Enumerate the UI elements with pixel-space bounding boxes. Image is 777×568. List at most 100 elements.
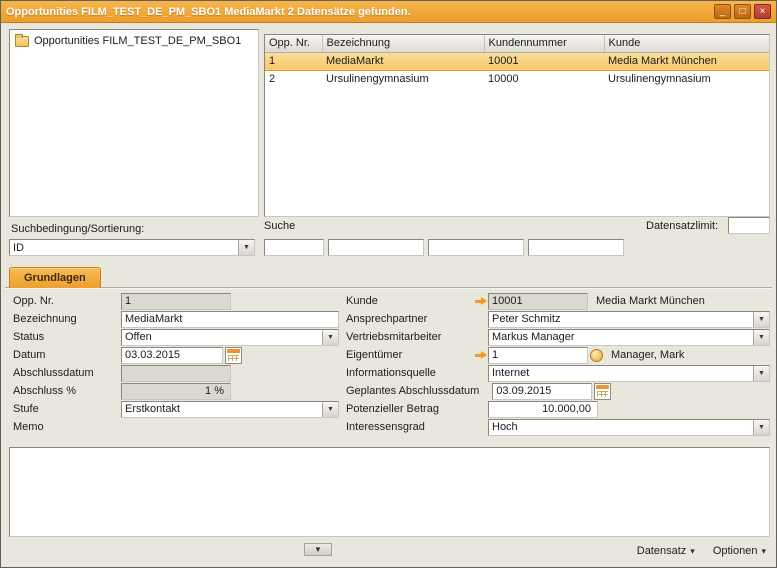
abschluss-prozent-label: Abschluss % <box>13 385 76 397</box>
optionen-menu-label: Optionen <box>712 545 758 557</box>
optionen-menu[interactable]: Optionen ▾ <box>713 545 766 557</box>
form-row-memo: Memo <box>13 418 343 436</box>
column-header-bezeichnung[interactable]: Bezeichnung <box>322 35 485 53</box>
ansprechpartner-combo-input[interactable] <box>489 311 753 327</box>
eigentuemer-field[interactable] <box>488 346 588 364</box>
stufe-combo: ▼ <box>121 400 339 418</box>
title-bar: Opportunities FILM_TEST_DE_PM_SBO1 Media… <box>1 1 776 23</box>
calendar-icon[interactable] <box>594 382 612 400</box>
status-combo: ▼ <box>121 328 339 346</box>
search-label: Suche <box>264 220 296 232</box>
form-row-eigentuemer: Eigentümer Manager, Mark <box>346 346 772 364</box>
search-input-2[interactable] <box>328 239 424 256</box>
link-arrow-icon[interactable] <box>475 350 488 361</box>
tree-item-label: Opportunities FILM_TEST_DE_PM_SBO1 <box>34 34 242 47</box>
collapse-button[interactable]: ▼ <box>304 543 332 556</box>
interessensgrad-combo-input[interactable] <box>489 419 753 435</box>
ansprechpartner-combo: ▼ <box>488 310 770 328</box>
search-input-1[interactable] <box>264 239 324 256</box>
chevron-down-icon: ▼ <box>758 333 765 341</box>
calendar-icon[interactable] <box>225 346 242 364</box>
stufe-combo-button[interactable]: ▼ <box>322 401 338 417</box>
chevron-down-icon: ▼ <box>758 423 765 431</box>
record-limit-label: Datensatzlimit: <box>646 220 719 232</box>
status-combo-button[interactable]: ▼ <box>322 329 338 345</box>
memo-textarea[interactable] <box>9 447 770 537</box>
ansprechpartner-label: Ansprechpartner <box>346 313 428 325</box>
potenzieller-betrag-field[interactable] <box>488 400 598 418</box>
cell-bezeichnung: Ursulinengymnasium <box>326 73 429 86</box>
cell-opp-nr: 2 <box>269 73 276 86</box>
minimize-button[interactable]: _ <box>714 4 731 19</box>
close-button[interactable]: × <box>754 4 771 19</box>
interessensgrad-combo: ▼ <box>488 418 770 436</box>
form-row-interessensgrad: Interessensgrad ▼ <box>346 418 772 436</box>
column-header-kundennummer[interactable]: Kundennummer <box>484 35 605 53</box>
record-limit-input[interactable] <box>728 217 770 234</box>
folder-icon <box>15 34 29 47</box>
opp-nr-field <box>121 292 231 310</box>
window-title: Opportunities FILM_TEST_DE_PM_SBO1 Media… <box>6 5 411 18</box>
results-panel: Opp. Nr. Bezeichnung Kundennummer Kunde … <box>264 34 770 217</box>
status-label: Status <box>13 331 45 343</box>
stufe-label: Stufe <box>13 403 39 415</box>
tab-grundlagen[interactable]: Grundlagen <box>9 267 101 288</box>
stufe-combo-input[interactable] <box>122 401 322 417</box>
vertriebsmitarbeiter-combo: ▼ <box>488 328 770 346</box>
collapse-arrow-icon: ▼ <box>314 545 322 554</box>
sort-combo-button[interactable]: ▼ <box>238 240 254 255</box>
form-row-status: Status ▼ <box>13 328 343 346</box>
search-input-4[interactable] <box>528 239 624 256</box>
datum-label: Datum <box>13 349 46 361</box>
kunde-label: Kunde <box>346 295 378 307</box>
bezeichnung-label: Bezeichnung <box>13 313 77 325</box>
sort-label: Suchbedingung/Sortierung: <box>11 223 145 235</box>
column-header-opp-nr[interactable]: Opp. Nr. <box>265 35 323 53</box>
form-row-datum: Datum <box>13 346 343 364</box>
tree-panel: Opportunities FILM_TEST_DE_PM_SBO1 <box>9 29 259 217</box>
chevron-down-icon: ▼ <box>327 333 334 341</box>
bezeichnung-field[interactable] <box>121 310 339 328</box>
form-row-potenzieller-betrag: Potenzieller Betrag <box>346 400 772 418</box>
informationsquelle-combo-input[interactable] <box>489 365 753 381</box>
cell-opp-nr: 1 <box>265 51 322 71</box>
table-row[interactable]: 1 MediaMarkt 10001 Media Markt München <box>265 51 769 71</box>
form-row-ansprechpartner: Ansprechpartner ▼ <box>346 310 772 328</box>
form-row-opp-nr: Opp. Nr. <box>13 292 343 310</box>
informationsquelle-combo-button[interactable]: ▼ <box>753 365 769 381</box>
eigentuemer-name-text: Manager, Mark <box>611 349 685 361</box>
sort-combo-input[interactable] <box>10 240 238 255</box>
tree-item-opportunities[interactable]: Opportunities FILM_TEST_DE_PM_SBO1 <box>10 30 258 51</box>
chevron-down-icon: ▼ <box>243 244 250 251</box>
chevron-down-icon: ▾ <box>690 545 695 556</box>
form-row-informationsquelle: Informationsquelle ▼ <box>346 364 772 382</box>
datensatz-menu-label: Datensatz <box>636 545 687 557</box>
form-column-left: Opp. Nr. Bezeichnung Status ▼ Datum Absc… <box>13 292 343 436</box>
table-row[interactable]: 2 Ursulinengymnasium 10000 Ursulinengymn… <box>265 70 769 88</box>
ansprechpartner-combo-button[interactable]: ▼ <box>753 311 769 327</box>
form-row-kunde: Kunde Media Markt München <box>346 292 772 310</box>
chevron-down-icon: ▾ <box>761 545 766 556</box>
vertriebsmitarbeiter-combo-button[interactable]: ▼ <box>753 329 769 345</box>
vertriebsmitarbeiter-label: Vertriebsmitarbeiter <box>346 331 442 343</box>
vertriebsmitarbeiter-combo-input[interactable] <box>489 329 753 345</box>
cell-kundennummer: 10000 <box>488 73 519 86</box>
person-icon[interactable] <box>590 348 603 362</box>
form-row-geplantes-abschlussdatum: Geplantes Abschlussdatum <box>346 382 772 400</box>
maximize-button[interactable]: □ <box>734 4 751 19</box>
datum-field[interactable] <box>121 346 223 364</box>
form-row-abschlussdatum: Abschlussdatum <box>13 364 343 382</box>
datensatz-menu[interactable]: Datensatz ▾ <box>637 545 695 557</box>
cell-kunde: Media Markt München <box>604 51 769 71</box>
form-column-right: Kunde Media Markt München Ansprechpartne… <box>346 292 772 436</box>
status-combo-input[interactable] <box>122 329 322 345</box>
interessensgrad-combo-button[interactable]: ▼ <box>753 419 769 435</box>
column-header-kunde[interactable]: Kunde <box>604 35 769 53</box>
geplantes-abschlussdatum-field[interactable] <box>492 382 593 400</box>
link-arrow-icon[interactable] <box>475 296 488 307</box>
kunde-field <box>488 292 588 310</box>
search-input-3[interactable] <box>428 239 524 256</box>
form-row-abschluss-prozent: Abschluss % <box>13 382 343 400</box>
cell-kunde: Ursulinengymnasium <box>608 73 711 86</box>
informationsquelle-label: Informationsquelle <box>346 367 436 379</box>
